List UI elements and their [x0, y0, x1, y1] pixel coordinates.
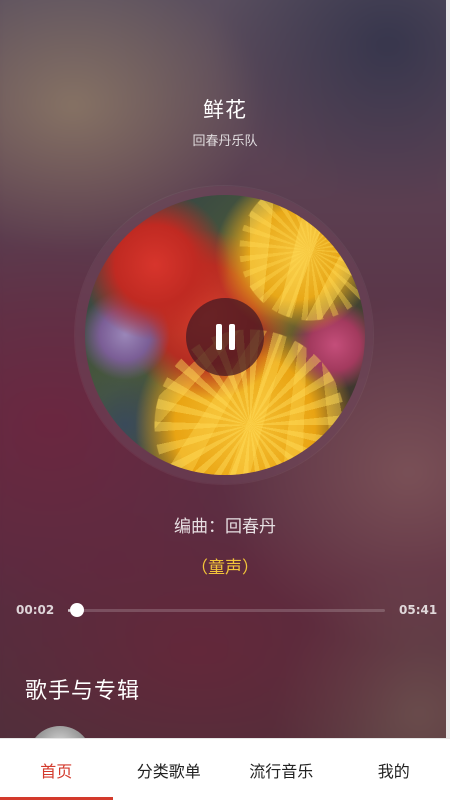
player-screen: 鲜花 回春丹乐队 编曲：回春丹 （童声） 00:02 05:41 歌手与专辑 首…	[0, 0, 450, 800]
song-artist: 回春丹乐队	[192, 134, 258, 149]
tab-pop-music[interactable]: 流行音乐	[225, 739, 338, 800]
tab-category-playlists[interactable]: 分类歌单	[113, 739, 226, 800]
progress-thumb[interactable]	[69, 603, 84, 617]
section-title: 歌手与专辑	[25, 679, 141, 704]
tab-mine[interactable]: 我的	[338, 739, 450, 800]
progress-slider[interactable]	[68, 603, 385, 617]
lyric-line: 编曲：回春丹	[174, 517, 276, 537]
lyric-line-current: （童声）	[191, 558, 259, 578]
bottom-nav: 首页 分类歌单 流行音乐 我的	[0, 738, 450, 800]
tab-home[interactable]: 首页	[0, 739, 113, 800]
pause-icon	[215, 324, 235, 350]
time-total: 05:41	[399, 603, 438, 617]
time-current: 00:02	[16, 603, 55, 617]
song-title: 鲜花	[203, 98, 247, 122]
pause-button[interactable]	[186, 298, 264, 376]
